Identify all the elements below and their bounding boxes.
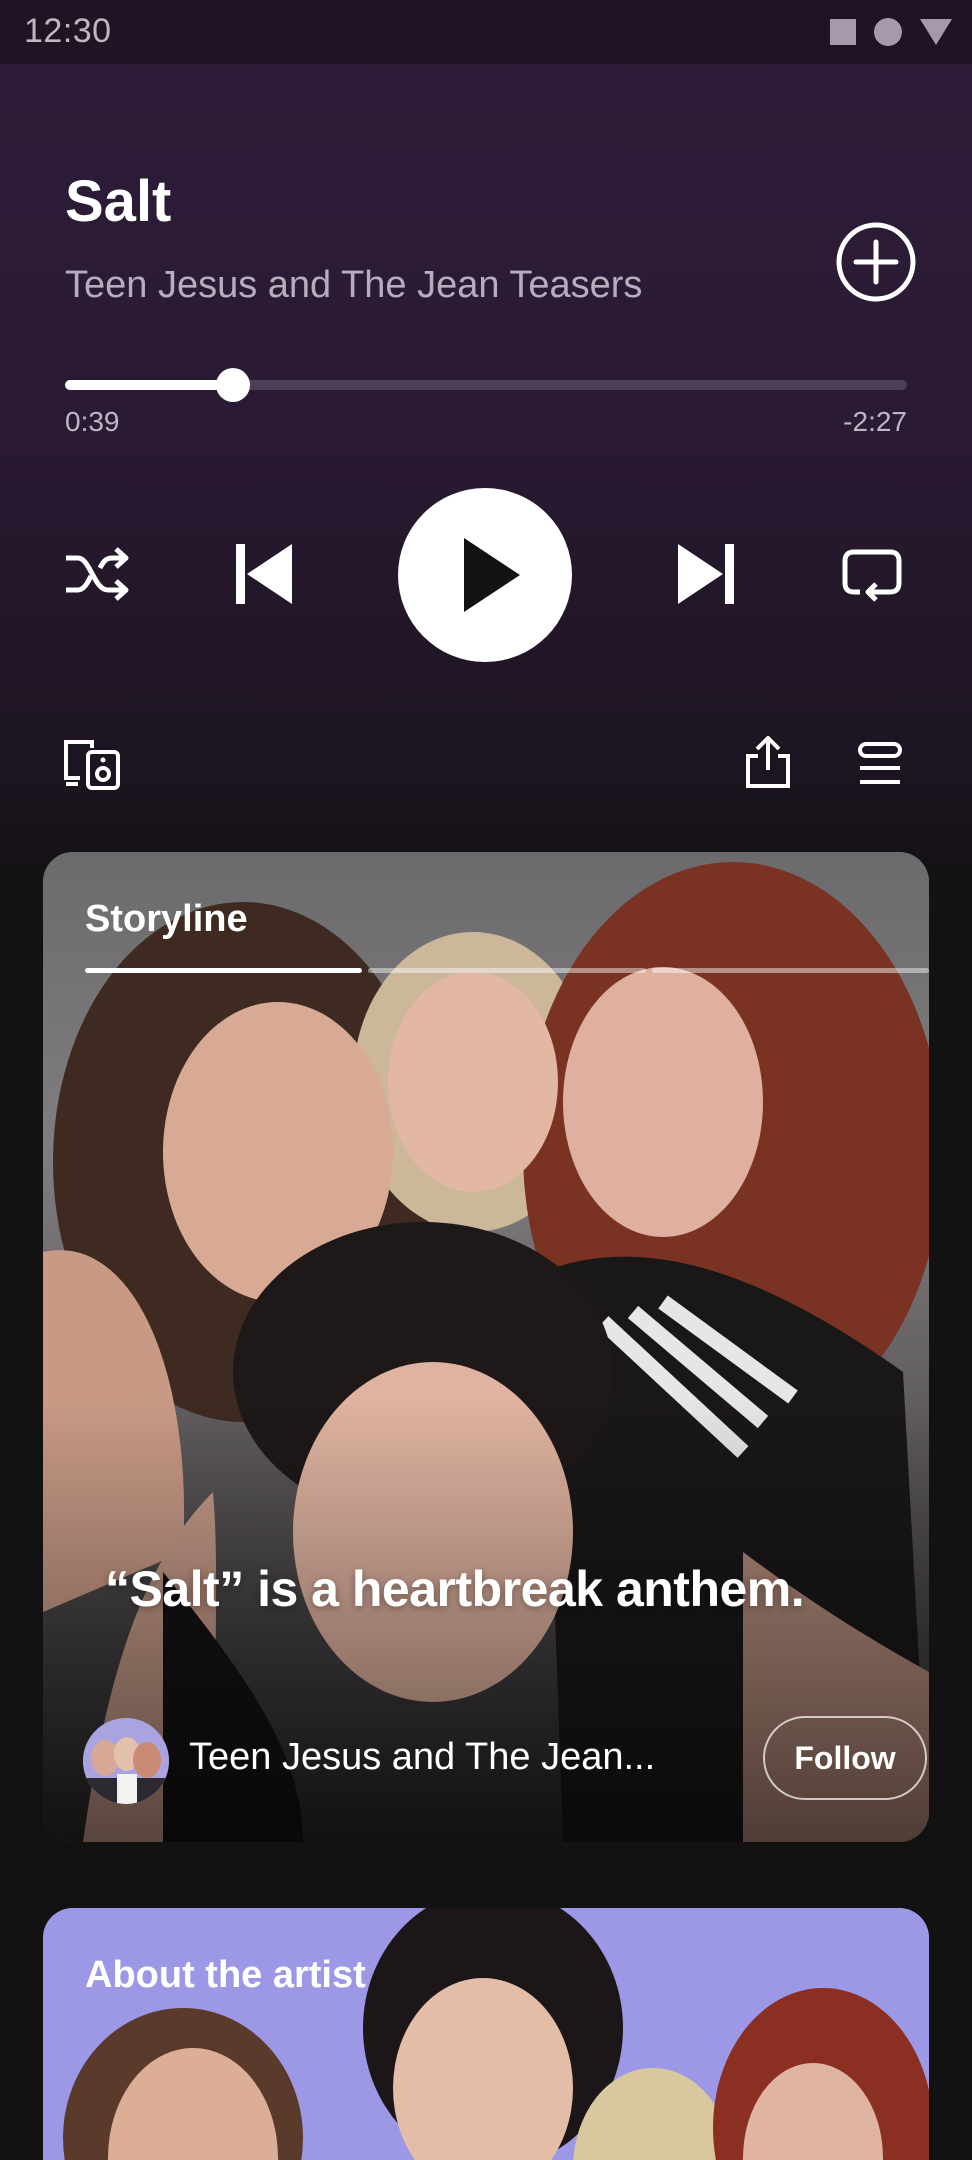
- storyline-label: Storyline: [85, 898, 248, 940]
- story-segment: [368, 968, 646, 973]
- follow-button[interactable]: Follow: [763, 1716, 927, 1800]
- progress-bar[interactable]: [65, 368, 907, 402]
- previous-button[interactable]: [232, 540, 296, 608]
- status-bar: 12:30: [0, 0, 972, 64]
- status-icons: [830, 18, 952, 46]
- triangle-icon: [920, 19, 952, 45]
- storyline-card[interactable]: Storyline “Salt” is a heartbreak anthem.…: [43, 852, 929, 1842]
- repeat-icon: [842, 549, 902, 602]
- now-playing-screen: 12:30 Salt Teen Jesus and The Jean Tease…: [0, 0, 972, 2160]
- add-circle-icon: [836, 222, 916, 302]
- connect-device-button[interactable]: [62, 738, 122, 790]
- storyline-artist-name[interactable]: Teen Jesus and The Jean...: [189, 1736, 655, 1779]
- story-segment: [651, 968, 929, 973]
- play-icon: [464, 538, 520, 612]
- skip-next-icon: [678, 544, 734, 604]
- repeat-button[interactable]: [840, 546, 904, 604]
- shuffle-button[interactable]: [62, 544, 134, 604]
- skip-previous-icon: [236, 544, 292, 604]
- progress-thumb[interactable]: [216, 368, 251, 402]
- time-remaining: -2:27: [843, 406, 907, 437]
- artist-avatar-image: [83, 1718, 169, 1804]
- about-artist-label: About the artist: [85, 1954, 366, 1996]
- story-segment: [85, 968, 363, 973]
- artist-photo: [43, 1908, 929, 2160]
- track-title: Salt: [65, 169, 172, 234]
- square-icon: [830, 19, 856, 45]
- shuffle-icon: [66, 547, 129, 601]
- band-photo: [43, 852, 929, 1842]
- storyline-quote: “Salt” is a heartbreak anthem.: [105, 1561, 805, 1617]
- connect-device-icon: [64, 740, 120, 790]
- artist-avatar[interactable]: [83, 1718, 169, 1804]
- next-button[interactable]: [674, 540, 738, 608]
- queue-icon: [858, 742, 902, 784]
- about-artist-card[interactable]: About the artist: [43, 1908, 929, 2160]
- progress-fill: [65, 380, 234, 390]
- share-icon: [746, 736, 790, 788]
- track-artist[interactable]: Teen Jesus and The Jean Teasers: [65, 264, 642, 307]
- queue-button[interactable]: [856, 740, 904, 788]
- time-elapsed: 0:39: [65, 406, 120, 437]
- play-button[interactable]: [398, 488, 572, 662]
- story-progress-segments: [85, 968, 929, 973]
- status-time: 12:30: [24, 12, 112, 50]
- share-button[interactable]: [744, 734, 792, 790]
- circle-icon: [874, 18, 902, 46]
- add-to-library-button[interactable]: [834, 220, 918, 304]
